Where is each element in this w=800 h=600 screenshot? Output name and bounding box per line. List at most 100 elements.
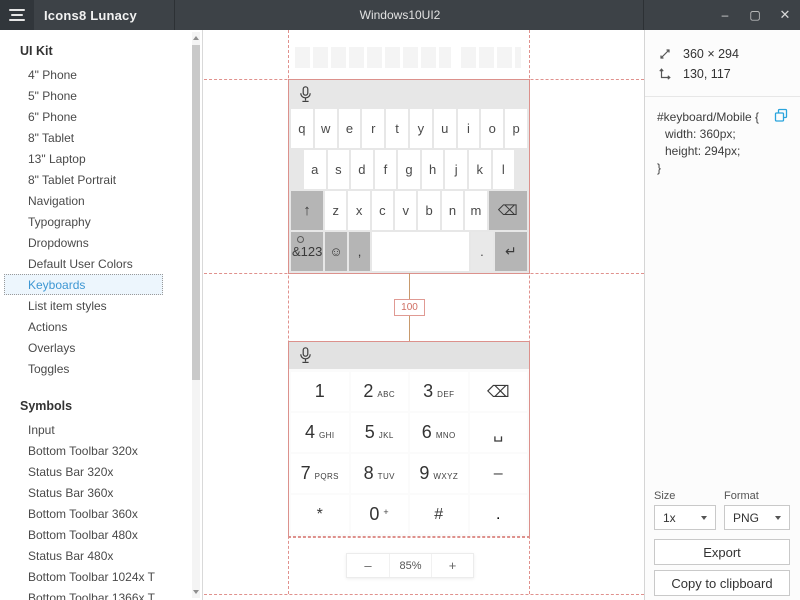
zoom-level[interactable]: 85% xyxy=(389,554,431,577)
sidebar-item[interactable]: Bottom Toolbar 1024x T xyxy=(0,566,202,587)
qwerty-row-1: qwertyuiop xyxy=(289,108,529,149)
numpad-key[interactable]: ␣ xyxy=(469,413,527,452)
sidebar-item[interactable]: 13" Laptop xyxy=(0,148,202,169)
keyboard-key[interactable]: &123 xyxy=(291,232,324,271)
keyboard-key[interactable]: j xyxy=(445,150,467,189)
sidebar-item[interactable]: Keyboards xyxy=(4,274,163,295)
size-select[interactable]: 1x xyxy=(654,505,716,530)
numpad-key[interactable]: 0 + xyxy=(350,495,408,534)
numpad-key[interactable]: # xyxy=(410,495,468,534)
sidebar-item[interactable]: Status Bar 320x xyxy=(0,461,202,482)
keyboard-key[interactable]: f xyxy=(374,150,397,189)
keyboard-key[interactable]: , xyxy=(348,232,371,271)
keyboard-key[interactable] xyxy=(372,232,470,271)
numpad-keyboard-artboard[interactable]: 1 2 ABC 3 DEF ⌫ 4 GHI 5 JKL 6 MNO ␣ 7 PQRS 8 TUV 9 WXYZ –… xyxy=(288,341,530,537)
sidebar-scrollbar[interactable] xyxy=(192,32,200,598)
scroll-up-arrow-icon[interactable] xyxy=(193,36,199,40)
selection-size: 360 × 294 xyxy=(683,47,739,61)
inspector-panel: 360 × 294 130, 117 #keyboard/Mobile { wi… xyxy=(644,30,800,600)
section-header-symbols: Symbols xyxy=(20,399,73,413)
keyboard-key[interactable]: c xyxy=(371,191,394,230)
keyboard-key[interactable]: i xyxy=(457,109,480,148)
copy-to-clipboard-button[interactable]: Copy to clipboard xyxy=(654,570,790,596)
keyboard-key[interactable]: r xyxy=(362,109,385,148)
sidebar-item[interactable]: Navigation xyxy=(0,190,202,211)
keyboard-key[interactable]: g xyxy=(398,150,420,189)
sidebar-item[interactable]: Status Bar 360x xyxy=(0,482,202,503)
sidebar-item[interactable]: Dropdowns xyxy=(0,232,202,253)
numpad-key[interactable]: 1 xyxy=(291,372,349,411)
keyboard-key[interactable]: ↵ xyxy=(494,232,528,271)
keyboard-key[interactable]: w xyxy=(314,109,337,148)
design-canvas[interactable]: qwertyuiop asdfghjkl ↑ z x c v b n m ⌫ &123 ☺,. ↵ … xyxy=(204,30,644,600)
keyboard-key[interactable]: y xyxy=(409,109,432,148)
keyboard-key[interactable]: a xyxy=(304,150,326,189)
keyboard-key[interactable]: ☺ xyxy=(325,232,347,271)
scroll-down-arrow-icon[interactable] xyxy=(193,590,199,594)
keyboard-key[interactable]: . xyxy=(471,232,493,271)
sidebar-item[interactable]: Bottom Toolbar 1366x T xyxy=(0,587,202,600)
maximize-button[interactable]: ▢ xyxy=(740,0,770,30)
clipped-artboard-above[interactable] xyxy=(295,47,521,68)
keyboard-key[interactable]: k xyxy=(468,150,491,189)
zoom-in-button[interactable]: + xyxy=(431,554,473,577)
numpad-key[interactable]: 7 PQRS xyxy=(291,454,349,493)
sidebar-item[interactable]: 8" Tablet xyxy=(0,127,202,148)
sidebar-item[interactable]: Bottom Toolbar 480x xyxy=(0,524,202,545)
numpad-key[interactable]: – xyxy=(469,454,527,493)
sidebar-item[interactable]: 5" Phone xyxy=(0,85,202,106)
keyboard-key[interactable]: z xyxy=(325,191,347,230)
numpad-key[interactable]: 9 WXYZ xyxy=(410,454,468,493)
sidebar-item[interactable]: Bottom Toolbar 320x xyxy=(0,440,202,461)
sidebar-item[interactable]: List item styles xyxy=(0,295,202,316)
numpad-key[interactable]: 8 TUV xyxy=(350,454,408,493)
keyboard-key[interactable]: d xyxy=(351,150,373,189)
sidebar-item[interactable]: Actions xyxy=(0,316,202,337)
keyboard-key[interactable]: q xyxy=(291,109,313,148)
numpad-key[interactable]: 6 MNO xyxy=(410,413,468,452)
sidebar-item[interactable]: Status Bar 480x xyxy=(0,545,202,566)
sidebar-item[interactable]: Bottom Toolbar 360x xyxy=(0,503,202,524)
hamburger-menu-icon[interactable] xyxy=(0,0,34,30)
keyboard-key[interactable]: o xyxy=(481,109,504,148)
keyboard-key[interactable]: n xyxy=(441,191,464,230)
sidebar-item[interactable]: Input xyxy=(0,419,202,440)
zoom-out-button[interactable]: – xyxy=(347,554,389,577)
keyboard-key[interactable]: h xyxy=(421,150,444,189)
sidebar-item[interactable]: 8" Tablet Portrait xyxy=(0,169,202,190)
numpad-key[interactable]: ⌫ xyxy=(469,372,527,411)
numpad-key[interactable]: * xyxy=(291,495,349,534)
keyboard-key[interactable]: u xyxy=(433,109,456,148)
sidebar-item[interactable]: Overlays xyxy=(0,337,202,358)
keyboard-key[interactable]: ⌫ xyxy=(488,191,527,230)
numpad-key[interactable]: 3 DEF xyxy=(410,372,468,411)
numpad-key[interactable]: . xyxy=(469,495,527,534)
format-select[interactable]: PNG xyxy=(724,505,790,530)
numpad-key[interactable]: 2 ABC xyxy=(350,372,408,411)
sidebar-item[interactable]: Typography xyxy=(0,211,202,232)
sidebar-item[interactable]: 6" Phone xyxy=(0,106,202,127)
minimize-button[interactable]: – xyxy=(710,0,740,30)
export-button[interactable]: Export xyxy=(654,539,790,565)
numpad-key[interactable]: 5 JKL xyxy=(350,413,408,452)
scrollbar-thumb[interactable] xyxy=(192,45,200,380)
sidebar-item[interactable]: 4" Phone xyxy=(0,64,202,85)
numpad-row-4: * 0 + #. xyxy=(289,494,529,535)
keyboard-key[interactable]: l xyxy=(492,150,515,189)
keyboard-key[interactable]: e xyxy=(338,109,361,148)
keyboard-key[interactable]: b xyxy=(418,191,440,230)
numpad-key[interactable]: 4 GHI xyxy=(291,413,349,452)
sidebar-item[interactable]: Toggles xyxy=(0,358,202,379)
keyboard-key[interactable]: ↑ xyxy=(291,191,324,230)
qwerty-keyboard-artboard[interactable]: qwertyuiop asdfghjkl ↑ z x c v b n m ⌫ &123 ☺,. ↵ xyxy=(288,79,530,274)
keyboard-key[interactable]: s xyxy=(327,150,350,189)
keyboard-key[interactable]: v xyxy=(395,191,417,230)
keyboard-key[interactable]: t xyxy=(386,109,408,148)
keyboard-key[interactable]: x xyxy=(348,191,370,230)
keyboard-key[interactable]: m xyxy=(465,191,487,230)
sidebar-item[interactable]: Default User Colors xyxy=(0,253,202,274)
keyboard-key[interactable]: p xyxy=(505,109,527,148)
close-button[interactable]: ✕ xyxy=(770,0,800,30)
microphone-icon xyxy=(300,85,311,102)
copy-css-icon[interactable] xyxy=(774,108,789,123)
